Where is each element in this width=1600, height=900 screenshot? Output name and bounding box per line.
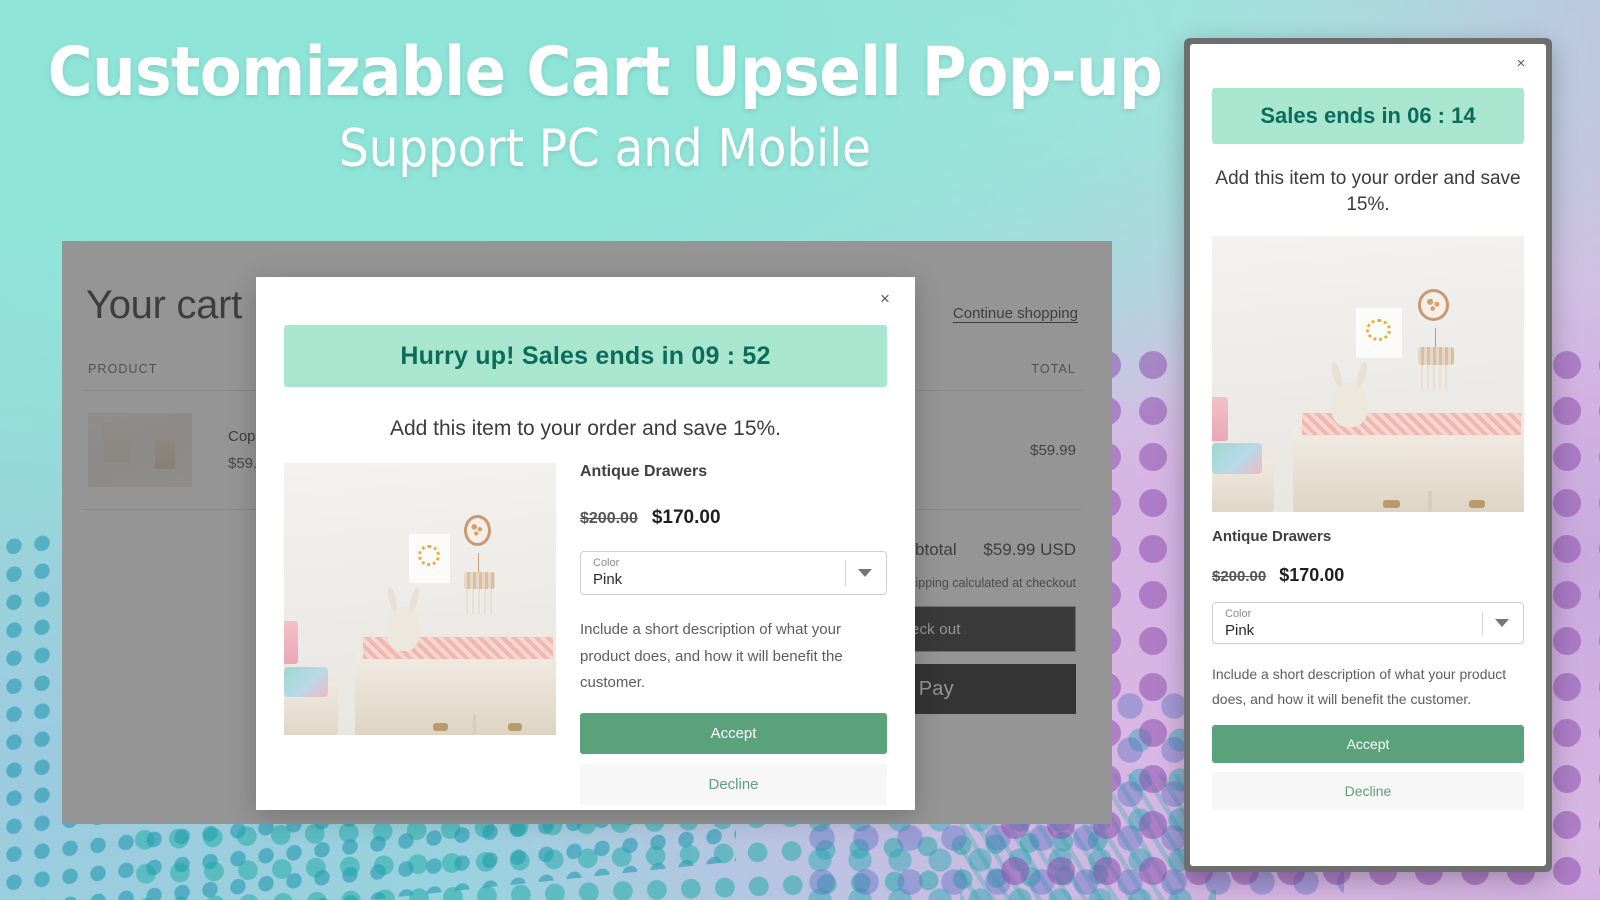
product-name: Antique Drawers <box>580 463 708 480</box>
continue-shopping-link[interactable]: Continue shopping <box>953 305 1078 328</box>
product-name: Antique Drawers <box>1212 528 1332 546</box>
product-image <box>1212 236 1524 513</box>
product-price-row: $200.00 $170.00 <box>580 507 887 529</box>
page-title: Customizable Cart Upsell Pop-up <box>47 33 1163 112</box>
upsell-popup-mobile: × Sales ends in 06 : 14 Add this item to… <box>1190 44 1546 866</box>
nursery-photo-illustration <box>284 463 556 735</box>
countdown-timer-banner: Sales ends in 06 : 14 <box>1212 88 1524 144</box>
accept-button[interactable]: Accept <box>580 713 887 755</box>
upsell-product-section: Antique Drawers $200.00 $170.00 Color Pi… <box>284 463 887 806</box>
compare-at-price: $200.00 <box>580 510 638 527</box>
product-price-row: $200.00 $170.00 <box>1212 565 1524 586</box>
countdown-timer-banner: Hurry up! Sales ends in 09 : 52 <box>284 325 887 387</box>
subtotal-value: $59.99 USD <box>983 540 1076 559</box>
product-image <box>284 463 556 735</box>
cart-item-thumbnail <box>88 413 192 487</box>
chevron-down-icon[interactable] <box>858 569 872 577</box>
column-header-total: TOTAL <box>1031 362 1076 376</box>
color-variant-select[interactable]: Color Pink <box>580 551 887 595</box>
chevron-down-icon[interactable] <box>1495 619 1509 628</box>
variant-option-label: Color <box>593 557 620 570</box>
sale-price: $170.00 <box>1279 565 1345 586</box>
cart-title: Your cart <box>86 283 242 327</box>
decline-button[interactable]: Decline <box>580 764 887 806</box>
color-variant-select[interactable]: Color Pink <box>1212 602 1524 645</box>
nursery-photo-illustration <box>1212 236 1524 513</box>
upsell-popup-desktop: × Hurry up! Sales ends in 09 : 52 Add th… <box>256 277 915 810</box>
page-subtitle: Support PC and Mobile <box>339 119 871 180</box>
upsell-subtitle: Add this item to your order and save 15%… <box>1215 168 1521 216</box>
select-divider <box>845 560 846 586</box>
accept-button[interactable]: Accept <box>1212 724 1524 763</box>
close-icon[interactable]: × <box>1510 52 1532 74</box>
close-icon[interactable]: × <box>873 287 897 311</box>
upsell-subtitle: Add this item to your order and save 15%… <box>389 417 782 440</box>
hero-heading-block: Customizable Cart Upsell Pop-up Support … <box>0 36 1210 179</box>
variant-option-value: Pink <box>1225 621 1255 639</box>
mobile-device-frame: × Sales ends in 06 : 14 Add this item to… <box>1184 38 1552 872</box>
compare-at-price: $200.00 <box>1212 568 1267 586</box>
product-description: Include a short description of what your… <box>1212 666 1507 707</box>
variant-option-label: Color <box>1225 607 1252 620</box>
variant-option-value: Pink <box>593 571 623 589</box>
decline-button[interactable]: Decline <box>1212 771 1524 810</box>
cart-subtotal-row: Subtotal $59.99 USD <box>894 540 1076 560</box>
select-divider <box>1482 611 1483 636</box>
sale-price: $170.00 <box>651 507 721 528</box>
column-header-product: PRODUCT <box>88 362 158 376</box>
google-pay-label: Pay <box>918 677 954 700</box>
cart-item-total: $59.99 <box>1030 441 1076 459</box>
product-details: Antique Drawers $200.00 $170.00 Color Pi… <box>580 463 887 806</box>
product-description: Include a short description of what your… <box>580 621 843 692</box>
